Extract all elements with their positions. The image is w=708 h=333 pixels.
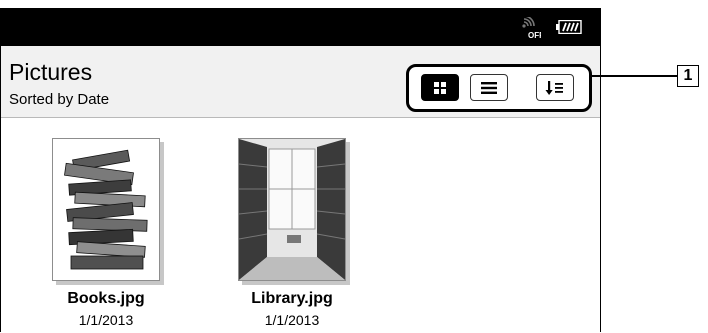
status-bar: OFF xyxy=(1,9,600,46)
callout-leader-line xyxy=(591,75,677,77)
library-thumbnail[interactable] xyxy=(238,138,346,281)
wifi-off-label: OFF xyxy=(528,31,541,39)
file-name: Library.jpg xyxy=(251,290,333,307)
picture-grid: Books.jpg 1/1/2013 Library.jpg 1/1/2013 xyxy=(1,118,600,333)
view-sort-button-group xyxy=(406,64,592,112)
sort-icon xyxy=(545,80,563,95)
thumbnail-grid-icon xyxy=(434,81,446,94)
file-name: Books.jpg xyxy=(67,290,145,307)
list-view-icon xyxy=(481,81,497,94)
device-screen: OFF Pictures Sorted by Date xyxy=(0,8,601,333)
sort-status-text: Sorted by Date xyxy=(9,91,110,108)
list-view-button[interactable] xyxy=(470,74,508,101)
wifi-off-icon: OFF xyxy=(522,17,541,39)
thumbnail-view-button[interactable] xyxy=(421,74,459,101)
file-date: 1/1/2013 xyxy=(264,312,320,328)
picture-item[interactable]: Library.jpg 1/1/2013 xyxy=(217,138,367,328)
battery-icon xyxy=(556,20,582,34)
stack-of-books-image xyxy=(53,139,159,280)
page-title: Pictures xyxy=(9,59,93,85)
header-bar: Pictures Sorted by Date xyxy=(1,46,600,118)
file-date: 1/1/2013 xyxy=(78,312,134,328)
books-thumbnail[interactable] xyxy=(52,138,160,281)
sort-button[interactable] xyxy=(536,74,574,101)
library-aisle-image xyxy=(239,139,345,280)
callout-label: 1 xyxy=(677,65,699,87)
picture-item[interactable]: Books.jpg 1/1/2013 xyxy=(31,138,181,328)
